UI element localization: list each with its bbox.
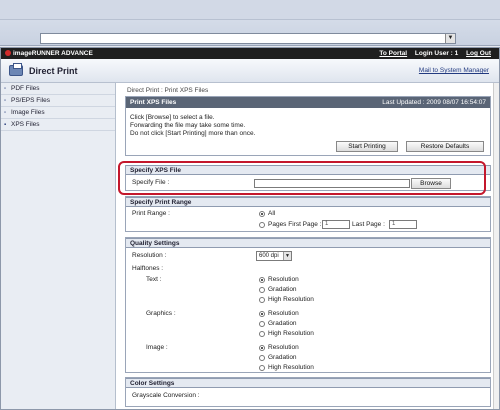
title-bar: Direct Print Mail to System Manager (1, 59, 499, 83)
sidebar: PDF Files PS/EPS Files Image Files XPS F… (1, 83, 116, 409)
image-high-resolution-radio[interactable] (259, 365, 265, 371)
halftones-label: Halftones : (132, 265, 164, 272)
graphics-high-resolution-label: High Resolution (268, 330, 314, 337)
image-resolution-label: Resolution (268, 344, 299, 351)
text-high-resolution-label: High Resolution (268, 296, 314, 303)
instruction-line-1: Click [Browse] to select a file. (130, 114, 215, 121)
mail-to-system-manager-link[interactable]: Mail to System Manager (419, 67, 489, 74)
print-panel-header: Print XPS Files Last Updated : 2009 08/0… (126, 97, 490, 108)
last-page-label: Last Page : (352, 221, 385, 228)
graphics-halftone-label: Graphics : (146, 310, 176, 317)
chevron-down-icon: ▼ (283, 252, 291, 260)
text-high-resolution-radio[interactable] (259, 297, 265, 303)
canon-logo-icon (5, 50, 11, 56)
graphics-resolution-radio[interactable] (259, 311, 265, 317)
color-settings-heading: Color Settings (126, 378, 490, 388)
text-resolution-label: Resolution (268, 276, 299, 283)
print-range-section: Specify Print Range Print Range : All Pa… (125, 196, 491, 232)
print-range-pages-label: Pages First Page : (268, 221, 322, 228)
printer-icon (9, 63, 23, 76)
vertical-scrollbar[interactable] (493, 83, 499, 409)
image-gradation-label: Gradation (268, 354, 297, 361)
text-gradation-label: Gradation (268, 286, 297, 293)
address-bar[interactable]: ▼ (40, 33, 456, 44)
print-panel-title: Print XPS Files (130, 99, 177, 106)
image-resolution-radio[interactable] (259, 345, 265, 351)
login-user-text: Login User : 1 (414, 50, 459, 57)
instruction-line-3: Do not click [Start Printing] more than … (130, 130, 256, 137)
graphics-high-resolution-radio[interactable] (259, 331, 265, 337)
graphics-gradation-radio[interactable] (259, 321, 265, 327)
restore-defaults-button[interactable]: Restore Defaults (406, 141, 484, 152)
image-high-resolution-label: High Resolution (268, 364, 314, 371)
resolution-select[interactable]: 600 dpi ▼ (256, 251, 292, 261)
top-links: To Portal Login User : 1 Log Out (373, 50, 491, 57)
sidebar-item-xps-files[interactable]: XPS Files (1, 119, 115, 131)
remote-ui-window: imageRUNNER ADVANCE To Portal Login User… (0, 47, 500, 410)
print-range-pages-radio[interactable] (259, 222, 265, 228)
text-halftone-label: Text : (146, 276, 162, 283)
breadcrumb: Direct Print : Print XPS Files (127, 87, 209, 94)
page-title: Direct Print (29, 66, 78, 76)
quality-settings-heading: Quality Settings (126, 238, 490, 248)
app-header: imageRUNNER ADVANCE To Portal Login User… (1, 48, 499, 59)
sidebar-item-ps-eps-files[interactable]: PS/EPS Files (1, 95, 115, 107)
print-range-label: Print Range : (132, 210, 170, 217)
log-out-link[interactable]: Log Out (466, 50, 491, 57)
main-content: Direct Print : Print XPS Files Print XPS… (123, 83, 493, 409)
brand: imageRUNNER ADVANCE (5, 50, 93, 57)
graphics-gradation-label: Gradation (268, 320, 297, 327)
text-gradation-radio[interactable] (259, 287, 265, 293)
first-page-input[interactable]: 1 (322, 220, 350, 229)
sidebar-item-image-files[interactable]: Image Files (1, 107, 115, 119)
print-panel: Print XPS Files Last Updated : 2009 08/0… (125, 96, 491, 156)
instruction-line-2: Forwarding the file may take some time. (130, 122, 246, 129)
graphics-resolution-label: Resolution (268, 310, 299, 317)
color-settings-section: Color Settings Grayscale Conversion : (125, 377, 491, 407)
last-updated-text: Last Updated : 2009 08/07 16:54:07 (382, 99, 486, 106)
sidebar-item-pdf-files[interactable]: PDF Files (1, 83, 115, 95)
text-resolution-radio[interactable] (259, 277, 265, 283)
last-page-input[interactable]: 1 (389, 220, 417, 229)
resolution-label: Resolution : (132, 252, 167, 259)
print-range-all-label: All (268, 210, 276, 217)
print-range-heading: Specify Print Range (126, 197, 490, 207)
address-dropdown-button[interactable]: ▼ (445, 34, 455, 43)
image-gradation-radio[interactable] (259, 355, 265, 361)
start-printing-button[interactable]: Start Printing (336, 141, 398, 152)
grayscale-conversion-label: Grayscale Conversion : (132, 392, 200, 399)
highlight-annotation (118, 161, 486, 195)
browser-title-strip (0, 0, 500, 20)
quality-settings-section: Quality Settings Resolution : 600 dpi ▼ … (125, 237, 491, 373)
image-halftone-label: Image : (146, 344, 168, 351)
browser-chrome: ▼ (0, 0, 500, 46)
print-range-all-radio[interactable] (259, 211, 265, 217)
to-portal-link[interactable]: To Portal (379, 50, 407, 57)
